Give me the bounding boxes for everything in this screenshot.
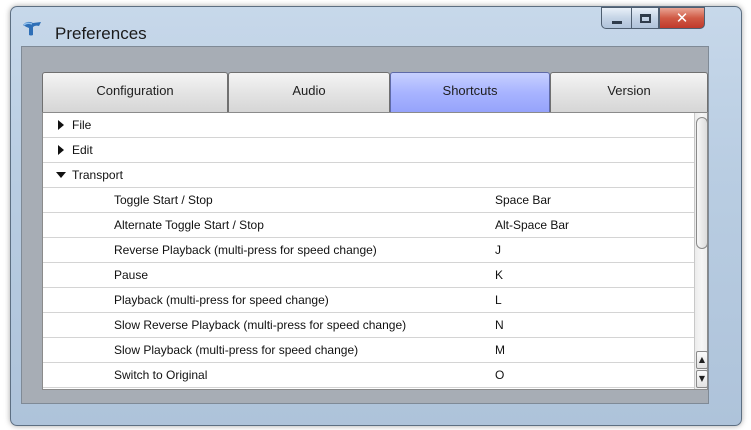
app-icon [23,21,41,36]
tree-group-edit[interactable]: Edit [43,138,694,163]
shortcut-action: Playback (multi-press for speed change) [114,293,329,307]
scroll-down-button[interactable]: ▼ [696,370,707,388]
minimize-button[interactable] [601,7,631,29]
shortcut-action: Pause [114,268,149,282]
tab-audio[interactable]: Audio [228,72,390,112]
expand-arrow-icon[interactable] [56,120,66,130]
tab-configuration[interactable]: Configuration [42,72,228,112]
shortcut-key[interactable]: M [495,343,505,357]
shortcut-key[interactable]: Alt-Space Bar [495,218,569,232]
shortcut-action: Slow Reverse Playback (multi-press for s… [114,318,407,332]
shortcut-row[interactable]: Playback (multi-press for speed change) … [43,288,694,313]
shortcut-action: Reverse Playback (multi-press for speed … [114,243,377,257]
shortcut-row[interactable]: Slow Reverse Playback (multi-press for s… [43,313,694,338]
tree-group-transport[interactable]: Transport [43,163,694,188]
window-title: Preferences [55,24,147,43]
shortcut-action: Toggle Start / Stop [114,193,213,207]
shortcut-key[interactable]: O [495,368,504,382]
shortcut-row[interactable]: Alternate Toggle Start / Stop Alt-Space … [43,213,694,238]
shortcut-action: Alternate Toggle Start / Stop [114,218,264,232]
vertical-scrollbar[interactable]: ▲ ▼ [694,113,707,389]
shortcut-action: Slow Playback (multi-press for speed cha… [114,343,359,357]
shortcut-row[interactable]: Pause K [43,263,694,288]
group-label: Transport [72,168,123,182]
shortcut-key[interactable]: N [495,318,504,332]
tab-version[interactable]: Version [550,72,708,112]
shortcut-action: Switch to Original [114,368,208,382]
shortcut-key[interactable]: J [495,243,501,257]
close-icon: ✕ [675,9,689,27]
minimize-icon [612,21,622,24]
shortcut-key[interactable]: K [495,268,503,282]
group-label: Edit [72,143,93,157]
shortcuts-tree: File Edit Transport Toggle Start / Stop … [42,112,708,390]
tree-group-file[interactable]: File [43,113,694,138]
collapse-arrow-icon[interactable] [56,170,66,180]
tab-bar: Configuration Audio Shortcuts Version [42,72,708,112]
scroll-up-button[interactable]: ▲ [696,351,707,369]
tab-shortcuts[interactable]: Shortcuts [390,72,550,112]
group-label: File [72,118,92,132]
shortcut-row[interactable]: Toggle Start / Stop Space Bar [43,188,694,213]
expand-arrow-icon[interactable] [56,145,66,155]
scrollbar-thumb[interactable] [696,117,707,249]
close-button[interactable]: ✕ [659,7,705,29]
maximize-button[interactable] [631,7,659,29]
shortcut-row[interactable]: Reverse Playback (multi-press for speed … [43,238,694,263]
maximize-icon [640,14,651,23]
shortcut-row[interactable]: Slow Playback (multi-press for speed cha… [43,338,694,363]
shortcut-key[interactable]: Space Bar [495,193,551,207]
shortcut-row[interactable]: Switch to Original O [43,363,694,388]
shortcut-key[interactable]: L [495,293,502,307]
